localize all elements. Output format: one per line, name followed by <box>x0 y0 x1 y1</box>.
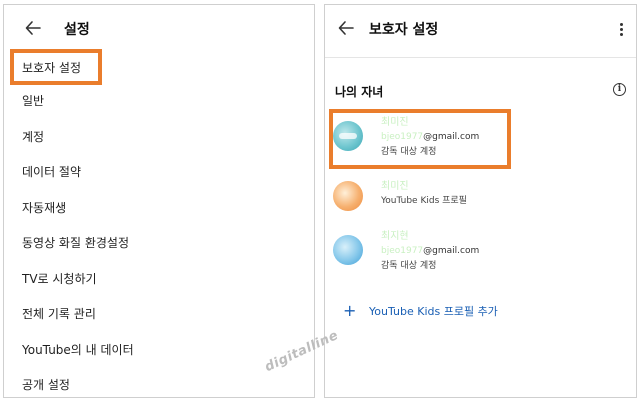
menu-item-account[interactable]: 계정 <box>4 119 314 155</box>
page-title: 보호자 설정 <box>369 22 439 38</box>
child-info: 최미진 YouTube Kids 프로필 <box>381 179 467 209</box>
menu-item-autoplay[interactable]: 자동재생 <box>4 190 314 226</box>
menu-item-general[interactable]: 일반 <box>4 83 314 119</box>
more-vert-icon[interactable] <box>620 23 624 37</box>
child-name: 최미진 <box>381 181 409 192</box>
back-arrow-icon[interactable] <box>24 19 44 37</box>
add-kids-profile-label: YouTube Kids 프로필 추가 <box>369 304 498 318</box>
info-icon[interactable]: i <box>613 83 626 96</box>
back-arrow-icon[interactable] <box>337 19 357 37</box>
menu-item-watch-on-tv[interactable]: TV로 시청하기 <box>4 261 314 297</box>
child-account-type: 감독 대상 계정 <box>381 261 437 271</box>
menu-item-data-saving[interactable]: 데이터 절약 <box>4 154 314 190</box>
settings-topbar: 설정 <box>4 5 314 51</box>
page-title: 설정 <box>64 22 90 38</box>
child-info: 최지현 bjeo1977@gmail.com 감독 대상 계정 <box>381 229 479 274</box>
section-title: 나의 자녀 <box>335 85 384 99</box>
divider <box>325 57 636 58</box>
highlight-box <box>10 49 102 85</box>
child-account-row[interactable]: 최미진 YouTube Kids 프로필 <box>333 173 623 223</box>
child-email: bjeo1977@gmail.com <box>381 246 480 256</box>
add-kids-profile-button[interactable]: + YouTube Kids 프로필 추가 <box>343 301 498 320</box>
settings-menu: 보호자 설정 일반 계정 데이터 절약 자동재생 동영상 화질 환경설정 TV로… <box>4 51 314 397</box>
avatar <box>333 181 363 211</box>
child-name: 최지현 <box>381 231 409 242</box>
highlight-box <box>329 109 511 169</box>
parent-settings-panel: 보호자 설정 나의 자녀 i 최미진 bjeo1977@gmail.com 감독… <box>324 4 637 398</box>
menu-item-video-quality[interactable]: 동영상 화질 환경설정 <box>4 225 314 261</box>
settings-panel: 설정 보호자 설정 일반 계정 데이터 절약 자동재생 동영상 화질 환경설정 … <box>3 4 315 398</box>
parent-settings-topbar: 보호자 설정 <box>325 5 636 51</box>
child-account-type: YouTube Kids 프로필 <box>381 196 467 206</box>
menu-item-manage-history[interactable]: 전체 기록 관리 <box>4 296 314 332</box>
avatar <box>333 235 363 265</box>
child-account-row[interactable]: 최지현 bjeo1977@gmail.com 감독 대상 계정 <box>333 227 623 277</box>
plus-icon: + <box>343 301 357 320</box>
